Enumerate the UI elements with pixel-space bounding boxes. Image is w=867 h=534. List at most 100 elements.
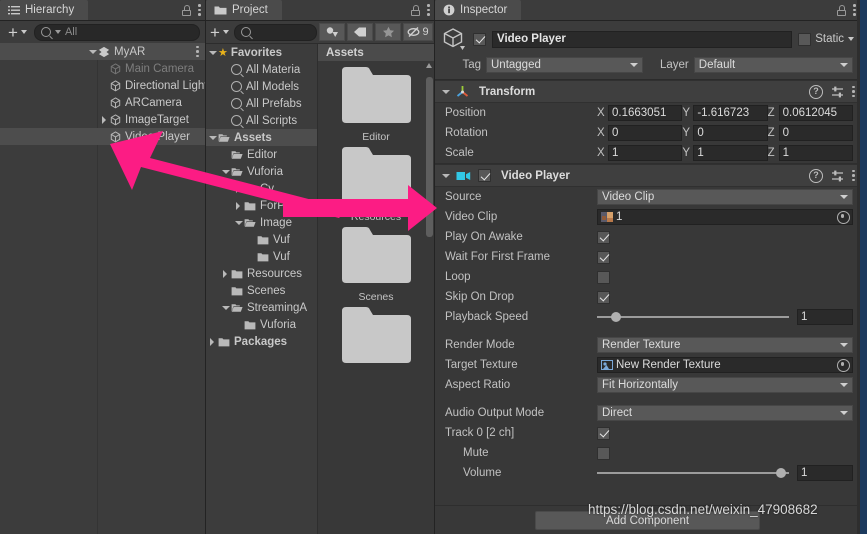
gameobject-name-field[interactable]: Video Player: [492, 30, 793, 48]
foldout-icon[interactable]: [208, 133, 217, 142]
scene-menu-icon[interactable]: [196, 45, 199, 58]
numeric-input[interactable]: 0: [693, 125, 768, 141]
project-tree-item-forpri[interactable]: ForPri: [206, 197, 317, 214]
foldout-icon[interactable]: [234, 184, 243, 193]
create-object-button[interactable]: +: [4, 23, 31, 41]
foldout-icon[interactable]: [88, 47, 97, 56]
tab-project[interactable]: Project: [206, 0, 282, 20]
tab-hierarchy[interactable]: Hierarchy: [0, 0, 89, 20]
hierarchy-search-input[interactable]: All: [33, 23, 200, 41]
project-tree-item-assets[interactable]: Assets: [206, 129, 317, 146]
skip-on-drop-checkbox[interactable]: [597, 290, 610, 304]
loop-checkbox[interactable]: [597, 270, 610, 284]
hierarchy-item-directional-light[interactable]: Directional Light: [0, 77, 205, 94]
foldout-icon[interactable]: [221, 167, 230, 176]
foldout-icon[interactable]: [208, 337, 217, 346]
static-checkbox[interactable]: [798, 32, 812, 46]
numeric-input[interactable]: 0.1663051: [608, 105, 683, 121]
project-tree-item-vuforia[interactable]: Vuforia: [206, 163, 317, 180]
transform-menu-icon[interactable]: [852, 85, 855, 98]
lock-icon[interactable]: [837, 4, 846, 16]
lock-icon[interactable]: [411, 4, 420, 16]
render-mode-dropdown[interactable]: Render Texture: [597, 337, 853, 353]
hierarchy-menu-icon[interactable]: [198, 4, 201, 17]
project-tree-item-vuforia[interactable]: Vuforia: [206, 316, 317, 333]
slider-track[interactable]: [597, 468, 789, 478]
video-player-enabled-checkbox[interactable]: [478, 169, 491, 182]
mute-checkbox[interactable]: [597, 446, 610, 460]
video-player-foldout-icon[interactable]: [441, 171, 450, 180]
project-tree-item-editor[interactable]: Editor: [206, 146, 317, 163]
foldout-icon[interactable]: [234, 201, 243, 210]
project-tree-item-image[interactable]: Image: [206, 214, 317, 231]
foldout-icon[interactable]: [221, 303, 230, 312]
scrollbar-thumb[interactable]: [426, 77, 433, 237]
help-icon[interactable]: ?: [809, 168, 823, 183]
project-tree-item-vuf[interactable]: Vuf: [206, 248, 317, 265]
foldout-icon[interactable]: [208, 48, 217, 57]
foldout-icon[interactable]: [221, 269, 230, 278]
project-search-input[interactable]: [233, 23, 317, 41]
hierarchy-item-arcamera[interactable]: ARCamera: [0, 94, 205, 111]
playback-speed-slider[interactable]: 1: [597, 309, 853, 325]
asset-grid-item[interactable]: [318, 305, 434, 367]
track-0-2-ch-checkbox[interactable]: [597, 426, 610, 440]
favorite-star-icon[interactable]: [375, 23, 401, 41]
gameobject-enabled-checkbox[interactable]: [473, 32, 486, 46]
project-tree-item-resources[interactable]: Resources: [206, 265, 317, 282]
create-asset-button[interactable]: +: [207, 23, 232, 41]
project-tree-item-vuf[interactable]: Vuf: [206, 231, 317, 248]
project-tree-item-all-scripts[interactable]: All Scripts: [206, 112, 317, 129]
numeric-input[interactable]: -1.616723: [693, 105, 768, 121]
asset-grid-item[interactable]: Editor: [318, 65, 434, 143]
asset-grid-scrollbar[interactable]: [426, 63, 433, 532]
object-picker-icon[interactable]: [837, 210, 850, 224]
numeric-input[interactable]: 1: [608, 145, 683, 161]
project-tree-item-scenes[interactable]: Scenes: [206, 282, 317, 299]
tab-inspector[interactable]: Inspector: [435, 0, 522, 20]
slider-knob[interactable]: [611, 312, 622, 322]
source-dropdown[interactable]: Video Clip: [597, 189, 853, 205]
hierarchy-item-imagetarget[interactable]: ImageTarget: [0, 111, 205, 128]
lock-icon[interactable]: [182, 4, 191, 16]
label-filter-icon[interactable]: [347, 23, 373, 41]
project-tree-item-streaminga[interactable]: StreamingA: [206, 299, 317, 316]
project-menu-icon[interactable]: [427, 4, 430, 17]
asset-type-filter-icon[interactable]: [319, 23, 345, 41]
help-icon[interactable]: ?: [809, 84, 823, 99]
play-on-awake-checkbox[interactable]: [597, 230, 610, 244]
numeric-input[interactable]: 0: [608, 125, 683, 141]
project-tree-item-all-prefabs[interactable]: All Prefabs: [206, 95, 317, 112]
layer-dropdown[interactable]: Default: [693, 57, 853, 73]
video-clip-object-field[interactable]: 1: [597, 209, 853, 225]
project-tree-item-all-models[interactable]: All Models: [206, 78, 317, 95]
foldout-icon[interactable]: [234, 218, 243, 227]
transform-foldout-icon[interactable]: [441, 87, 450, 96]
video-player-menu-icon[interactable]: [852, 169, 855, 182]
static-toggle-group[interactable]: Static: [798, 32, 854, 46]
asset-grid-item[interactable]: Scenes: [318, 225, 434, 303]
target-texture-object-field[interactable]: New Render Texture: [597, 357, 853, 373]
aspect-ratio-dropdown[interactable]: Fit Horizontally: [597, 377, 853, 393]
volume-value[interactable]: 1: [797, 465, 853, 481]
foldout-icon[interactable]: [100, 115, 109, 124]
hierarchy-item-video-player[interactable]: Video Player: [0, 128, 205, 145]
numeric-input[interactable]: 1: [778, 145, 853, 161]
project-tree-item-favorites[interactable]: ★ Favorites: [206, 44, 317, 61]
inspector-menu-icon[interactable]: [853, 4, 856, 17]
static-flags-chevron-icon[interactable]: [848, 37, 854, 41]
scroll-up-arrow-icon[interactable]: [426, 63, 432, 68]
hidden-packages-icon[interactable]: 9: [403, 23, 433, 41]
transform-component-header[interactable]: Transform ?: [435, 80, 860, 103]
hierarchy-item-myar[interactable]: MyAR: [0, 43, 205, 60]
numeric-input[interactable]: 0.0612045: [778, 105, 853, 121]
tag-dropdown[interactable]: Untagged: [486, 57, 643, 73]
slider-track[interactable]: [597, 312, 789, 322]
preset-icon[interactable]: [831, 170, 844, 182]
preset-icon[interactable]: [831, 86, 844, 98]
playback-speed-value[interactable]: 1: [797, 309, 853, 325]
numeric-input[interactable]: 1: [693, 145, 768, 161]
hierarchy-item-main-camera[interactable]: Main Camera: [0, 60, 205, 77]
audio-output-mode-dropdown[interactable]: Direct: [597, 405, 853, 421]
wait-for-first-frame-checkbox[interactable]: [597, 250, 610, 264]
